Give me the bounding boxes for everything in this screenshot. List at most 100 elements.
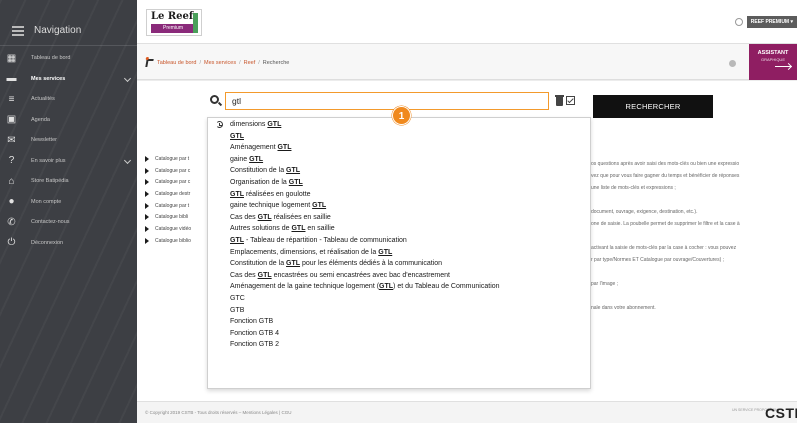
- sidebar-item-contactez-nous[interactable]: ✆ Contactez-nous: [0, 212, 137, 233]
- catalogue-item-label: Catalogue bibli: [155, 214, 189, 221]
- suggestion-text: Aménagement: [230, 144, 278, 152]
- help-text: os questions après avoir saisi des mots-…: [591, 161, 797, 317]
- suggestion-item[interactable]: Constitution de la GTL pour les éléments…: [208, 258, 590, 270]
- sidebar-item-agenda[interactable]: ▣ Agenda: [0, 110, 137, 131]
- question-icon: ?: [8, 155, 15, 167]
- help-text-line: [591, 269, 797, 281]
- sidebar-header[interactable]: Navigation: [0, 16, 137, 46]
- help-text-line: activant la saisie de mots-clés par la c…: [591, 245, 737, 251]
- help-text-line: par l'image ;: [591, 281, 619, 287]
- sidebar-item-store-batipédia[interactable]: ⌂ Store Batipédia: [0, 171, 137, 192]
- catalogue-item[interactable]: Catalogue destr: [145, 188, 191, 200]
- catalogue-item[interactable]: Catalogue bibli: [145, 211, 191, 223]
- suggestion-item[interactable]: Organisation de la GTL: [208, 177, 590, 189]
- suggestion-item[interactable]: gaine GTL: [208, 154, 590, 166]
- catalogue-item[interactable]: Catalogue vidéo: [145, 223, 191, 235]
- suggestion-item[interactable]: Aménagement GTL: [208, 142, 590, 154]
- sidebar-item-déconnexion[interactable]: ⏻ Déconnexion: [0, 233, 137, 254]
- catalogue-item[interactable]: Catalogue par t: [145, 200, 191, 212]
- suggestion-item[interactable]: Emplacements, dimensions, et réalisation…: [208, 247, 590, 259]
- suggestion-text: pour les éléments dédiés à la communicat…: [300, 260, 443, 268]
- breadcrumb-current: Recherche: [262, 60, 290, 66]
- subscription-badge[interactable]: REEF PREMIUM ▾: [746, 16, 797, 28]
- menu-icon[interactable]: [12, 25, 24, 36]
- sidebar-item-mes-services[interactable]: ▬ Mes services: [0, 69, 137, 90]
- caret-right-icon: [145, 202, 149, 209]
- suggestion-item[interactable]: Fonction GTB 2: [208, 339, 590, 351]
- trash-icon[interactable]: [555, 95, 564, 106]
- help-text-line: os questions après avoir saisi des mots-…: [591, 161, 740, 167]
- autocomplete-dropdown: dimensions GTL GTL Aménagement GTL gaine GT…: [207, 117, 591, 389]
- sidebar-title: Navigation: [34, 25, 82, 36]
- suggestion-item[interactable]: Aménagement de la gaine technique logeme…: [208, 281, 590, 293]
- news-icon: ≡: [8, 93, 15, 105]
- suggestion-item[interactable]: GTL: [208, 131, 590, 143]
- catalogue-item[interactable]: Catalogue par t: [145, 153, 191, 165]
- suggestion-match: GTL: [257, 271, 272, 279]
- keyword-checkbox[interactable]: [566, 96, 575, 105]
- sidebar-item-label: Contactez-nous: [31, 219, 70, 226]
- suggestion-item[interactable]: Fonction GTB 4: [208, 328, 590, 340]
- chevron-down-icon: [123, 156, 132, 164]
- suggestion-match: GTL: [230, 236, 244, 244]
- help-text-line: document, ouvrage, exigence, destination…: [591, 209, 698, 215]
- breadcrumb-separator: /: [199, 60, 201, 66]
- breadcrumb-separator: /: [239, 60, 241, 66]
- breadcrumb-link-reef[interactable]: Reef: [244, 60, 256, 66]
- suggestion-text: Cas des: [230, 213, 258, 221]
- cstb-logo[interactable]: CSTB: [765, 405, 797, 421]
- catalogue-item-label: Catalogue par t: [155, 155, 190, 162]
- suggestion-text: GTB: [230, 306, 245, 314]
- suggestion-item[interactable]: GTL réalisées en goulotte: [208, 189, 590, 201]
- logo-title: Le Reef: [151, 11, 194, 22]
- assistant-graphique-button[interactable]: ASSISTANT GRAPHIQUE: [749, 44, 797, 80]
- breadcrumb-separator: /: [258, 60, 260, 66]
- suggestion-text: encastrées ou semi encastrées avec bac d…: [271, 271, 450, 279]
- sidebar-item-tableau-de-bord[interactable]: ▦ Tableau de bord: [0, 48, 137, 69]
- sidebar-item-actualités[interactable]: ≡ Actualités: [0, 89, 137, 110]
- suggestion-item[interactable]: GTC: [208, 293, 590, 305]
- reef-logo[interactable]: Le Reef Premium: [146, 9, 202, 36]
- suggestion-text: Constitution de la: [230, 167, 287, 175]
- search-icon: [210, 95, 219, 104]
- catalogue-item-label: Catalogue par t: [155, 202, 190, 209]
- phone-icon: ✆: [7, 216, 16, 228]
- sidebar-item-en-savoir-plus[interactable]: ? En savoir plus: [0, 151, 137, 172]
- assistant-label: ASSISTANT: [757, 50, 789, 56]
- suggestion-item[interactable]: Fonction GTB: [208, 316, 590, 328]
- help-icon[interactable]: [729, 60, 736, 67]
- search-button[interactable]: RECHERCHER: [593, 95, 713, 118]
- suggestion-match: GTL: [277, 144, 292, 152]
- help-text-line: [591, 197, 797, 209]
- caret-right-icon: [145, 237, 149, 244]
- sidebar: Navigation ▦ Tableau de bord ▬ Mes services…: [0, 0, 137, 423]
- sidebar-item-label: Déconnexion: [31, 239, 64, 246]
- suggestion-item[interactable]: Cas des GTL encastrées ou semi encastrée…: [208, 270, 590, 282]
- sidebar-item-label: Actualités: [31, 96, 55, 103]
- suggestion-text: en saillie: [305, 225, 335, 233]
- suggestion-item[interactable]: Autres solutions de GTL en saillie: [208, 223, 590, 235]
- suggestion-item[interactable]: GTL - Tableau de répartition - Tableau d…: [208, 235, 590, 247]
- breadcrumb-link-services[interactable]: Mes services: [204, 60, 236, 66]
- sidebar-item-mon-compte[interactable]: ● Mon compte: [0, 192, 137, 213]
- catalogue-item[interactable]: Catalogue par c: [145, 176, 191, 188]
- dashboard-icon: ▦: [6, 52, 17, 64]
- sidebar-item-label: Newsletter: [31, 137, 57, 144]
- sidebar-item-label: Mes services: [31, 75, 66, 82]
- suggestion-match: GTL: [286, 167, 301, 175]
- suggestion-match: GTL: [230, 132, 244, 140]
- catalogue-item[interactable]: Catalogue biblio: [145, 235, 191, 247]
- suggestion-item[interactable]: Constitution de la GTL: [208, 165, 590, 177]
- sidebar-item-newsletter[interactable]: ✉ Newsletter: [0, 130, 137, 151]
- suggestion-item[interactable]: Cas des GTL réalisées en saillie: [208, 212, 590, 224]
- catalogue-item[interactable]: Catalogue par c: [145, 165, 191, 177]
- suggestion-item[interactable]: gaine technique logement GTL: [208, 200, 590, 212]
- search-input[interactable]: [225, 92, 549, 110]
- help-text-line: nale dans votre abonnement.: [591, 305, 656, 311]
- suggestion-item[interactable]: GTB: [208, 305, 590, 317]
- breadcrumb-link-dashboard[interactable]: Tableau de bord: [157, 60, 196, 66]
- suggestion-text: gaine technique logement: [230, 202, 313, 210]
- sidebar-item-label: Mon compte: [31, 198, 62, 205]
- user-menu[interactable]: REEF PREMIUM ▾: [734, 16, 797, 28]
- caret-right-icon: [145, 190, 149, 197]
